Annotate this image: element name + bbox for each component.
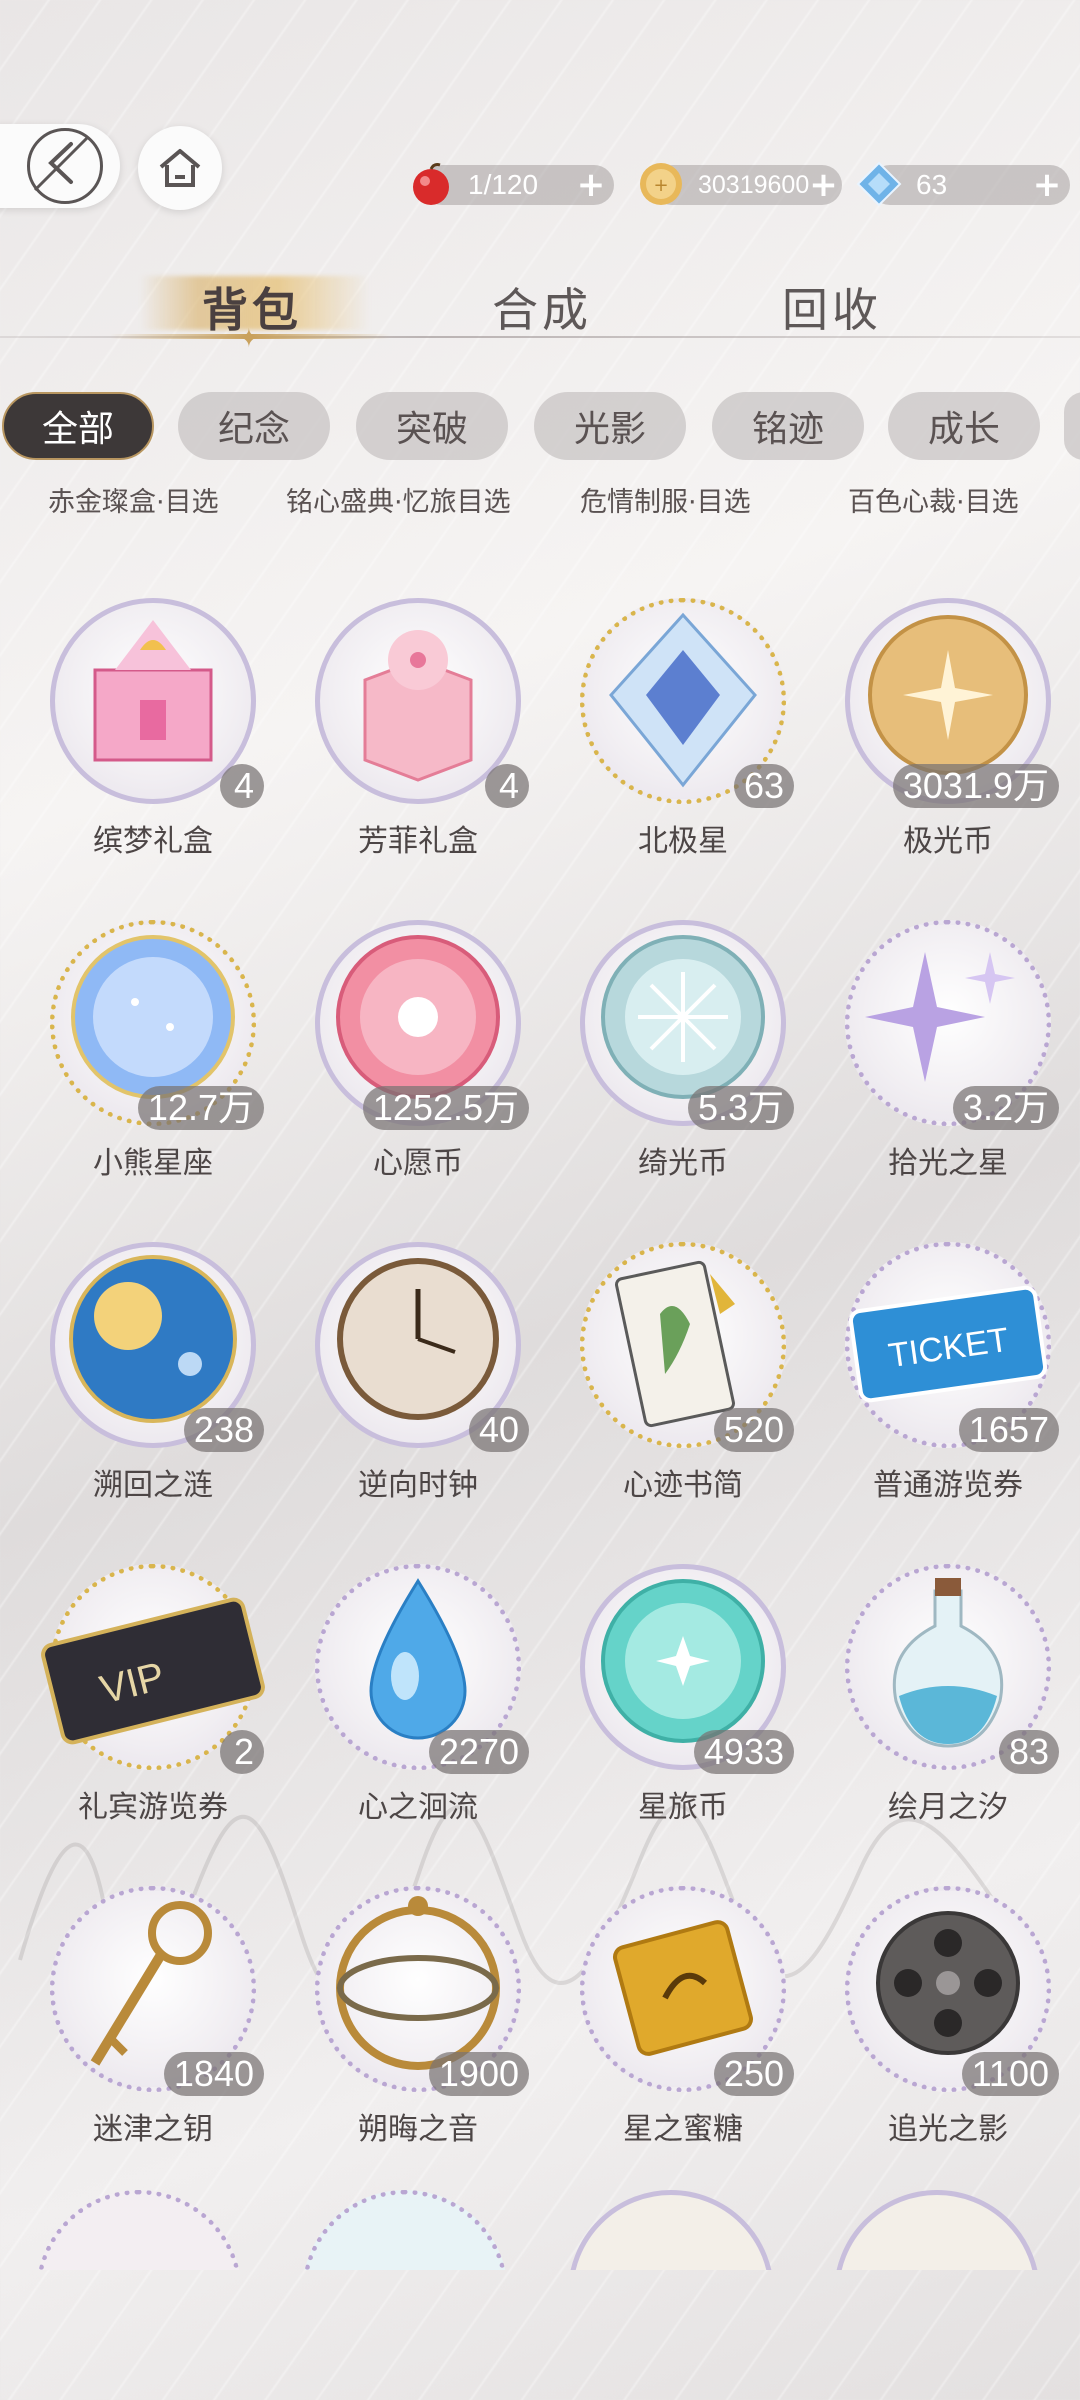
- coin-value: 30319600: [698, 170, 810, 199]
- add-coins-button[interactable]: +: [809, 165, 838, 205]
- inventory-item[interactable]: 4933 星旅币: [550, 1564, 816, 1864]
- item-count: 3.2万: [952, 1086, 1059, 1130]
- item-count: 12.7万: [137, 1086, 264, 1130]
- inventory-item[interactable]: 1100 追光之影: [815, 1886, 1080, 2186]
- item-name: 星旅币: [638, 1790, 728, 1825]
- item-name: 礼宾游览券: [78, 1790, 228, 1825]
- stamina-value: 1/120: [468, 169, 539, 200]
- item-count: 1840: [163, 2052, 264, 2096]
- item-name: 绘月之汐: [888, 1790, 1008, 1825]
- back-button[interactable]: [0, 124, 120, 208]
- inventory-item[interactable]: 4 缤梦礼盒: [20, 598, 286, 898]
- inventory-item[interactable]: VIP 2 礼宾游览券: [20, 1564, 286, 1864]
- item-name: 朔晦之音: [358, 2112, 478, 2147]
- item-count: 3031.9万: [892, 764, 1059, 808]
- add-gems-button[interactable]: +: [1030, 165, 1064, 205]
- inventory-item[interactable]: TICKET 1657 普通游览券: [815, 1242, 1080, 1542]
- item-count: 1900: [428, 2052, 529, 2096]
- item-name: 缤梦礼盒: [93, 824, 213, 859]
- item-name: 逆向时钟: [358, 1468, 478, 1503]
- coin-counter: + 30319600 +: [640, 163, 842, 205]
- item-name: 极光币: [903, 824, 993, 859]
- red-apple-icon: [413, 163, 449, 205]
- item-count: 83: [998, 1730, 1059, 1774]
- inventory-item[interactable]: 2270 心之洄流: [285, 1564, 551, 1864]
- inventory-item[interactable]: 40 逆向时钟: [285, 1242, 551, 1542]
- gold-coin-icon: +: [640, 163, 682, 205]
- item-name: 小熊星座: [93, 1146, 213, 1181]
- inventory-item[interactable]: 5.3万绮光币: [550, 920, 816, 1220]
- inventory-item[interactable]: 250 星之蜜糖: [550, 1886, 816, 2186]
- item-name: 拾光之星: [888, 1146, 1008, 1181]
- item-count: 520: [713, 1408, 794, 1452]
- item-name: 普通游览券: [873, 1468, 1023, 1503]
- item-count: 2270: [428, 1730, 529, 1774]
- item-count: 1100: [961, 2052, 1059, 2096]
- svg-text:+: +: [653, 175, 668, 196]
- item-count: 4: [485, 764, 529, 808]
- item-name: 溯回之涟: [93, 1468, 213, 1503]
- item-count: 1657: [958, 1408, 1059, 1452]
- inventory-item[interactable]: 63 北极星: [550, 598, 816, 898]
- item-name: 心迹书简: [623, 1468, 743, 1503]
- add-stamina-button[interactable]: +: [574, 165, 608, 205]
- item-count: 250: [713, 2052, 794, 2096]
- chip-light-shadow[interactable]: 光影: [534, 392, 686, 460]
- inventory-item[interactable]: 238 溯回之涟: [20, 1242, 286, 1542]
- item-count: 1252.5万: [362, 1086, 529, 1130]
- home-button[interactable]: [138, 126, 222, 210]
- inventory-item[interactable]: 4 芳菲礼盒: [285, 598, 551, 898]
- item-count: 4933: [693, 1730, 794, 1774]
- chip-inscription[interactable]: 铭迹: [712, 392, 864, 460]
- item-count: 5.3万: [687, 1086, 794, 1130]
- main-tab-bar: ✦ 背包 合成 回收: [0, 262, 1080, 354]
- item-count: 2: [220, 1730, 264, 1774]
- inventory-item[interactable]: 1252.5万心愿币: [285, 920, 551, 1220]
- inventory-item[interactable]: 3031.9万极光币: [815, 598, 1080, 898]
- home-icon: [159, 149, 201, 187]
- gem-value: 63: [916, 169, 948, 200]
- inventory-item[interactable]: 3.2万拾光之星: [815, 920, 1080, 1220]
- blue-diamond-icon: [856, 161, 902, 207]
- item-label: 百色心裁·目选: [848, 487, 1019, 518]
- item-count: 238: [183, 1408, 264, 1452]
- item-name: 迷津之钥: [93, 2112, 213, 2147]
- item-name: 星之蜜糖: [623, 2112, 743, 2147]
- tab-backpack[interactable]: 背包: [202, 274, 302, 340]
- item-name: 心愿币: [373, 1146, 463, 1181]
- stamina-counter: 1/120 +: [413, 163, 614, 205]
- item-slot[interactable]: [36, 2190, 242, 2270]
- item-name: 心之洄流: [358, 1790, 478, 1825]
- inventory-item[interactable]: 12.7万小熊星座: [20, 920, 286, 1220]
- inventory-item[interactable]: 1840 迷津之钥: [20, 1886, 286, 2186]
- inventory-item[interactable]: 520 心迹书简: [550, 1242, 816, 1542]
- item-name: 追光之影: [888, 2112, 1008, 2147]
- tab-synthesis[interactable]: 合成: [492, 274, 592, 340]
- partial-row: [0, 2190, 1080, 2270]
- item-count: 63: [733, 764, 794, 808]
- item-name: 绮光币: [638, 1146, 728, 1181]
- item-label: 铭心盛典·忆旅目选: [286, 487, 511, 518]
- item-count: 40: [468, 1408, 529, 1452]
- gem-counter: 63 +: [856, 161, 1070, 207]
- back-arrow-icon: [27, 128, 103, 204]
- inventory-item[interactable]: 1900 朔晦之音: [285, 1886, 551, 2186]
- item-slot[interactable]: [834, 2190, 1040, 2270]
- tab-recycle[interactable]: 回收: [782, 274, 882, 340]
- chip-breakthrough[interactable]: 突破: [356, 392, 508, 460]
- inventory-item[interactable]: 83 绘月之汐: [815, 1564, 1080, 1864]
- item-label: 赤金璨盒·目选: [48, 487, 219, 518]
- item-name: 北极星: [638, 824, 728, 859]
- chip-all[interactable]: 全部: [2, 392, 154, 460]
- item-name: 芳菲礼盒: [358, 824, 478, 859]
- item-label: 危情制服·目选: [580, 487, 751, 518]
- chip-growth[interactable]: 成长: [888, 392, 1040, 460]
- chip-commemorative[interactable]: 纪念: [178, 392, 330, 460]
- filter-chip-bar: 全部 纪念 突破 光影 铭迹 成长: [0, 392, 1080, 462]
- item-count: 4: [220, 764, 264, 808]
- item-slot[interactable]: [302, 2190, 508, 2270]
- item-slot[interactable]: [568, 2190, 774, 2270]
- previous-row-labels: 赤金璨盒·目选 铭心盛典·忆旅目选 危情制服·目选 百色心裁·目选: [0, 480, 1080, 520]
- chip-more-partial[interactable]: [1064, 392, 1080, 460]
